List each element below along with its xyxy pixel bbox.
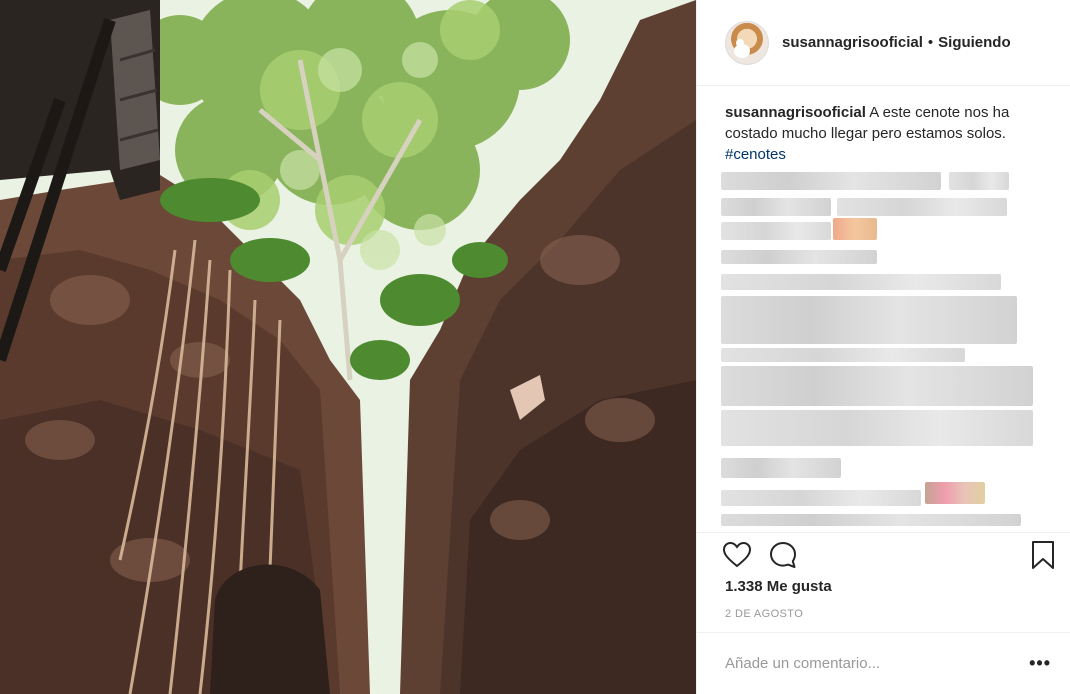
instagram-post: susannagrisooficial • Siguiendo susannag… xyxy=(0,0,1070,694)
more-options-icon[interactable]: ••• xyxy=(1029,653,1051,674)
blurred-comment-line xyxy=(721,410,1033,446)
post-header: susannagrisooficial • Siguiendo xyxy=(697,0,1070,86)
bookmark-icon xyxy=(1032,541,1054,569)
cenote-photo-illustration xyxy=(0,0,696,694)
blurred-comment-line xyxy=(721,172,941,190)
post-side-panel: susannagrisooficial • Siguiendo susannag… xyxy=(696,0,1070,694)
blurred-comment-line xyxy=(721,296,1017,344)
post-photo[interactable] xyxy=(0,0,696,694)
header-separator: • xyxy=(927,34,934,51)
post-actions xyxy=(697,532,1070,578)
header-username[interactable]: susannagrisooficial xyxy=(782,34,923,51)
save-button[interactable] xyxy=(1027,539,1059,571)
caption-hashtag[interactable]: #cenotes xyxy=(725,144,1045,165)
blurred-comment-line xyxy=(721,458,841,478)
blurred-comment-line xyxy=(721,490,921,506)
follow-status-button[interactable]: Siguiendo xyxy=(938,34,1011,51)
post-caption: susannagrisooficial A este cenote nos ha… xyxy=(725,102,1045,165)
blurred-emoji xyxy=(833,218,877,240)
like-button[interactable] xyxy=(721,539,753,571)
heart-icon xyxy=(723,542,751,568)
blurred-comment-line xyxy=(949,172,1009,190)
blurred-emoji xyxy=(925,482,985,504)
likes-count[interactable]: 1.338 Me gusta xyxy=(725,578,832,595)
comment-bubble-icon xyxy=(770,542,796,568)
blurred-comment-line xyxy=(721,366,1033,406)
blurred-comment-line xyxy=(721,274,1001,290)
blurred-comment-line xyxy=(721,250,877,264)
blurred-comment-line xyxy=(721,348,965,362)
comment-bar: ••• xyxy=(697,632,1070,694)
blurred-comment-line xyxy=(837,198,1007,216)
blurred-comment-line xyxy=(721,222,831,240)
comment-input[interactable] xyxy=(725,655,1030,672)
blurred-comment-line xyxy=(721,514,1021,526)
blurred-comment-line xyxy=(721,198,831,216)
caption-username[interactable]: susannagrisooficial xyxy=(725,104,866,121)
avatar[interactable] xyxy=(725,20,769,65)
post-date[interactable]: 2 DE AGOSTO xyxy=(725,608,803,620)
comment-button[interactable] xyxy=(767,539,799,571)
